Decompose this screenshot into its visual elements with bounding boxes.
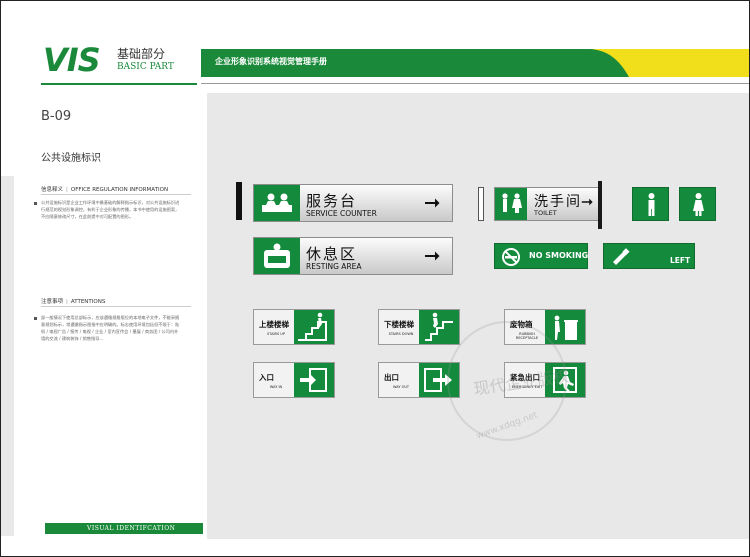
header-divider bbox=[201, 83, 749, 84]
note-heading-en: ATTENTIONS bbox=[70, 299, 106, 305]
note-divider bbox=[41, 306, 191, 307]
logo-en-text: BASIC PART bbox=[117, 62, 174, 72]
note-body: 公共设施标识是企业工作环境中最基础的解释指示标识，对公共设施标识进行规范的视觉形… bbox=[41, 200, 180, 219]
service-counter-sign: 服务台 SERVICE COUNTER bbox=[253, 184, 453, 222]
sign-cn-label: 上楼楼梯 bbox=[259, 320, 289, 329]
left-direction-sign: LEFT bbox=[603, 243, 695, 269]
sign-en-label: STAIRS DOWN bbox=[388, 332, 414, 336]
no-smoking-icon bbox=[502, 248, 520, 266]
note-body: 部一般情况下使用总部标示，应该遵循规格版位的本地电子文件，不能采随意规划标示，常… bbox=[41, 315, 180, 341]
resting-area-sign: 休息区 RESTING AREA bbox=[253, 237, 453, 275]
sign-cn-label: 服务台 bbox=[306, 192, 358, 210]
toilet-icon bbox=[495, 188, 527, 220]
no-smoking-label: NO SMOKING bbox=[529, 251, 589, 260]
sign-en-label: WAY IN bbox=[269, 385, 283, 389]
note-divider bbox=[41, 194, 191, 195]
note-bullet bbox=[34, 202, 37, 205]
note-heading-cn: 信息释义 bbox=[41, 187, 64, 193]
footer-text: VISUAL IDENTIFCATION bbox=[87, 525, 176, 532]
page-code: B-09 bbox=[41, 109, 72, 124]
female-toilet-sign bbox=[679, 187, 716, 221]
sign-cn-label: 入口 bbox=[259, 373, 274, 382]
logo-underline bbox=[41, 83, 197, 85]
arrow-right-icon bbox=[425, 251, 440, 261]
sign-en-label: WAY OUT bbox=[392, 385, 410, 389]
left-margin-bar bbox=[1, 176, 14, 536]
stairs-down-sign: 下楼楼梯 STAIRS DOWN bbox=[378, 309, 460, 345]
toilet-sign: 洗手间 TOILET bbox=[494, 187, 600, 221]
service-desk-icon bbox=[254, 185, 300, 221]
hand-pointing-icon bbox=[613, 248, 630, 265]
sign-cn-label: 下楼楼梯 bbox=[384, 320, 414, 329]
left-label: LEFT bbox=[670, 256, 691, 265]
note-heading-en: OFFICE REGULATION INFORMATION bbox=[70, 187, 169, 193]
male-toilet-sign bbox=[632, 187, 669, 221]
logo-vis-text: VIS bbox=[43, 41, 101, 79]
wall-mount bbox=[478, 187, 484, 221]
manual-page: VIS 基础部分 BASIC PART 企业形象识别系统视觉管理手册 B-09 … bbox=[0, 0, 750, 557]
no-smoking-sign: NO SMOKING bbox=[494, 243, 588, 269]
stairs-up-icon bbox=[294, 310, 334, 344]
note-heading-attention: 注意事项 | ATTENTIONS bbox=[41, 299, 106, 305]
logo-cn-text: 基础部分 bbox=[117, 47, 166, 61]
sign-cn-label: 休息区 bbox=[306, 245, 358, 263]
note-heading-cn: 注意事项 bbox=[41, 299, 64, 305]
sign-cn-label: 洗手间 bbox=[534, 194, 582, 210]
stairs-down-icon bbox=[419, 310, 459, 344]
enter-icon bbox=[294, 363, 334, 397]
note-bullet bbox=[34, 317, 37, 320]
wall-mount bbox=[598, 181, 602, 229]
sign-cn-label: 出口 bbox=[384, 373, 399, 382]
woman-icon bbox=[693, 193, 704, 216]
rest-icon bbox=[254, 238, 300, 274]
arrow-right-icon bbox=[581, 198, 593, 206]
sign-en-label: STAIRS UP bbox=[267, 332, 285, 336]
stairs-up-sign: 上楼楼梯 STAIRS UP bbox=[253, 309, 335, 345]
arrow-right-icon bbox=[425, 198, 440, 208]
man-icon bbox=[648, 193, 655, 216]
sign-en-label: RESTING AREA bbox=[306, 262, 362, 271]
note-heading-info: 信息释义 | OFFICE REGULATION INFORMATION bbox=[41, 187, 169, 193]
vis-logo: VIS 基础部分 BASIC PART bbox=[43, 41, 174, 79]
section-title: 公共设施标识 bbox=[41, 153, 101, 164]
sign-en-label: TOILET bbox=[534, 209, 557, 217]
wall-mount bbox=[236, 182, 242, 220]
sign-en-label: SERVICE COUNTER bbox=[306, 209, 377, 218]
way-in-sign: 入口 WAY IN bbox=[253, 362, 335, 398]
manual-title: 企业形象识别系统视觉管理手册 bbox=[215, 57, 327, 66]
trash-can-icon bbox=[545, 310, 585, 344]
